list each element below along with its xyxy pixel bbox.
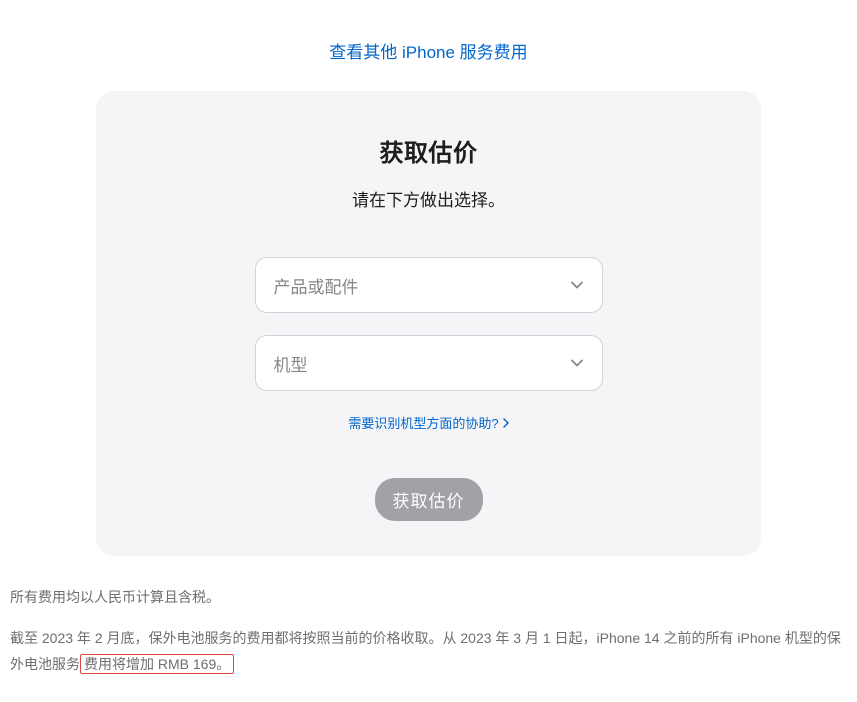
price-increase-highlight: 费用将增加 RMB 169。	[80, 654, 234, 674]
help-link-text: 需要识别机型方面的协助?	[348, 413, 498, 432]
model-select[interactable]: 机型	[255, 335, 603, 391]
card-subtitle: 请在下方做出选择。	[96, 186, 761, 211]
other-services-link[interactable]: 查看其他 iPhone 服务费用	[329, 43, 527, 62]
footer-line-2: 截至 2023 年 2 月底，保外电池服务的费用都将按照当前的价格收取。从 20…	[10, 625, 847, 678]
product-select-wrapper: 产品或配件	[255, 257, 603, 313]
model-select-placeholder: 机型	[274, 351, 308, 376]
footer-line-1: 所有费用均以人民币计算且含税。	[10, 584, 847, 611]
footer-notes: 所有费用均以人民币计算且含税。 截至 2023 年 2 月底，保外电池服务的费用…	[0, 556, 857, 702]
other-services-link-wrapper: 查看其他 iPhone 服务费用	[0, 0, 857, 91]
product-select-placeholder: 产品或配件	[274, 273, 359, 298]
chevron-down-icon	[570, 356, 584, 370]
chevron-down-icon	[570, 278, 584, 292]
identify-model-help-link[interactable]: 需要识别机型方面的协助?	[348, 413, 508, 432]
chevron-right-icon	[503, 418, 509, 428]
model-select-wrapper: 机型	[255, 335, 603, 391]
estimate-card: 获取估价 请在下方做出选择。 产品或配件 机型 需要识别机型方面的协助? 获取估…	[96, 91, 761, 556]
card-title: 获取估价	[96, 133, 761, 168]
help-link-wrapper: 需要识别机型方面的协助?	[96, 413, 761, 433]
get-estimate-button[interactable]: 获取估价	[375, 478, 483, 521]
product-select[interactable]: 产品或配件	[255, 257, 603, 313]
